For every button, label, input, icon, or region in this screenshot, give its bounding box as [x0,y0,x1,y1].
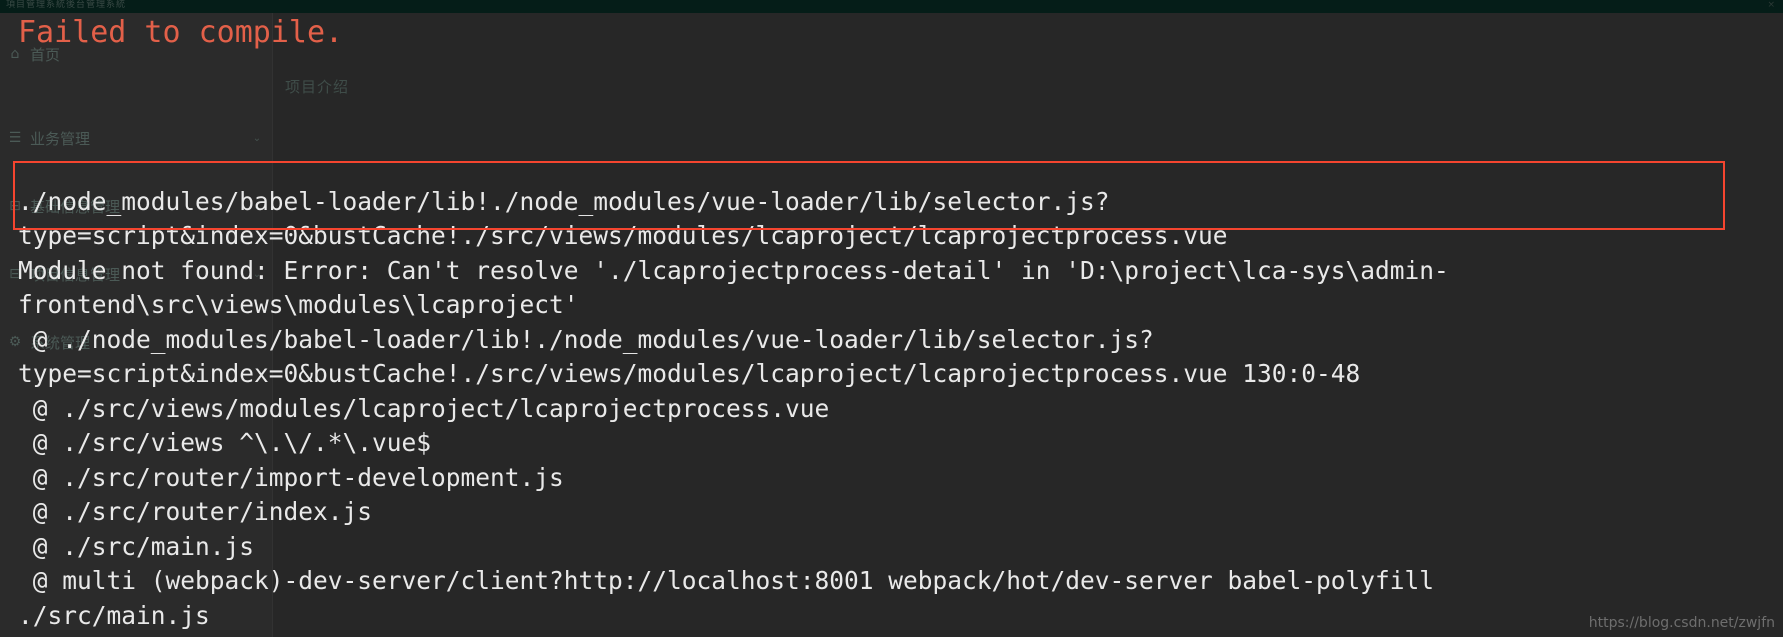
error-line: type=script&index=0&bustCache!./src/view… [18,359,1361,388]
error-line: @ ./src/router/import-development.js [18,462,564,492]
error-line: ./node_modules/babel-loader/lib!./node_m… [18,186,1110,216]
error-overlay-title: Failed to compile. [18,15,344,50]
error-line: frontend\src\views\modules\lcaproject' [18,290,579,319]
error-overlay-body: ./node_modules/babel-loader/lib!./node_m… [18,81,1449,633]
app-topbar-close-icon[interactable]: × [1767,0,1775,11]
app-topbar-title: 項目管理系統後台管理系統 [6,0,127,10]
error-line: @ multi (webpack)-dev-server/client?http… [18,566,1435,595]
app-topbar: 項目管理系統後台管理系統 × [0,0,1783,13]
error-line: @ ./src/router/index.js [18,497,373,526]
error-line: @ ./src/views ^\.\/.*\.vue$ [18,428,432,457]
error-line: type=script&index=0&bustCache!./src/view… [18,221,1228,250]
error-line: Module not found: Error: Can't resolve '… [18,255,1449,285]
watermark: https://blog.csdn.net/zwjfn [1588,615,1775,631]
error-line: @ ./src/main.js [18,531,255,561]
error-line: @ ./src/views/modules/lcaproject/lcaproj… [18,393,830,423]
webpack-error-overlay: Failed to compile. ./node_modules/babel-… [0,13,1783,637]
error-line: ./src/main.js [18,600,210,630]
error-line: @ ./node_modules/babel-loader/lib!./node… [18,324,1154,354]
